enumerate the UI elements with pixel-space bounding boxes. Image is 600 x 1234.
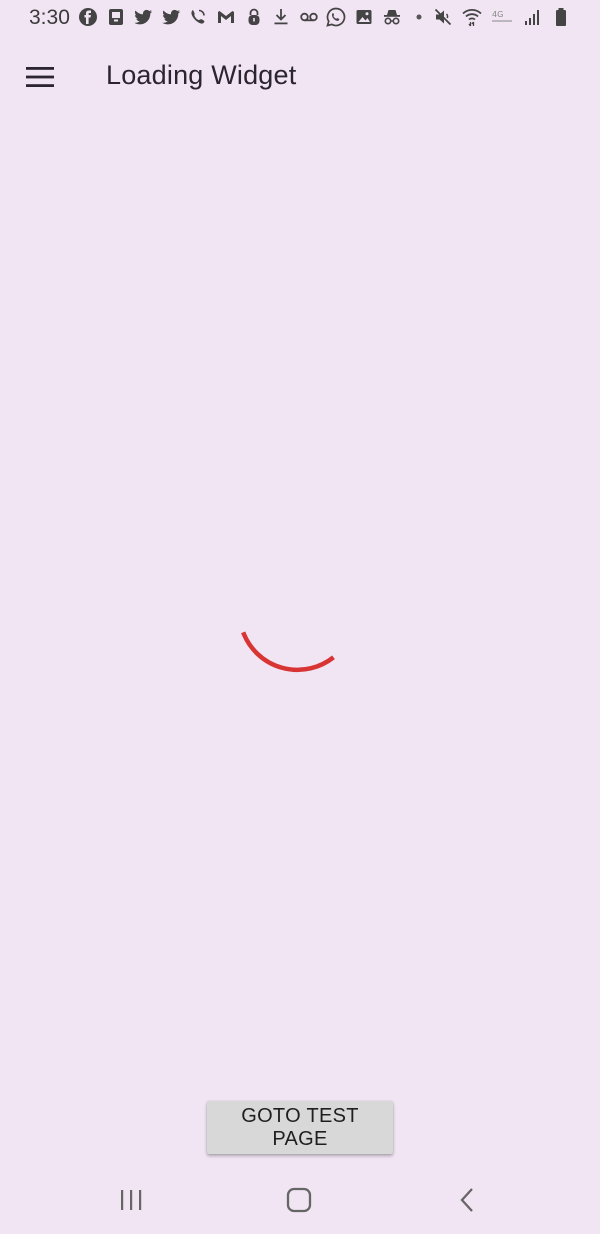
messenger-icon	[108, 9, 123, 25]
system-icons: 4G	[429, 6, 576, 28]
image-icon	[356, 10, 372, 24]
voicemail-icon	[300, 12, 318, 22]
dot-icon	[416, 14, 422, 20]
lte-icon: 4G	[492, 10, 512, 22]
hamburger-menu-icon	[26, 67, 54, 87]
signal-icon	[525, 10, 539, 25]
incognito-icon	[383, 10, 400, 25]
goto-test-page-button[interactable]: GOTO TEST PAGE	[207, 1101, 393, 1154]
recents-icon	[121, 1190, 142, 1210]
back-icon	[460, 1188, 473, 1212]
twitter-icon	[134, 9, 153, 25]
lock-icon	[248, 8, 260, 25]
mute-icon	[434, 8, 452, 26]
gmail-icon	[217, 11, 234, 23]
spinner-arc	[241, 631, 335, 673]
battery-icon	[556, 8, 566, 26]
recents-button[interactable]	[111, 1182, 151, 1218]
loading-spinner	[241, 631, 335, 673]
twitter-icon	[162, 9, 180, 25]
call-icon	[191, 9, 206, 24]
menu-button[interactable]	[16, 54, 64, 100]
home-icon	[286, 1187, 312, 1213]
status-time: 3:30	[29, 6, 70, 29]
wifi-icon	[462, 9, 482, 27]
facebook-icon	[79, 8, 97, 26]
app-screen: 3:30 4G Loading Widget GOTO TEST PAGE	[0, 0, 600, 1234]
download-icon	[274, 9, 288, 25]
notification-icons	[78, 6, 437, 28]
navigation-bar	[0, 1166, 600, 1234]
whatsapp-icon	[326, 7, 346, 27]
svg-text:4G: 4G	[492, 10, 503, 19]
back-button[interactable]	[447, 1182, 487, 1218]
page-title: Loading Widget	[106, 60, 297, 90]
home-button[interactable]	[279, 1182, 319, 1218]
status-bar: 3:30 4G	[0, 0, 600, 36]
app-bar: Loading Widget	[0, 40, 600, 114]
